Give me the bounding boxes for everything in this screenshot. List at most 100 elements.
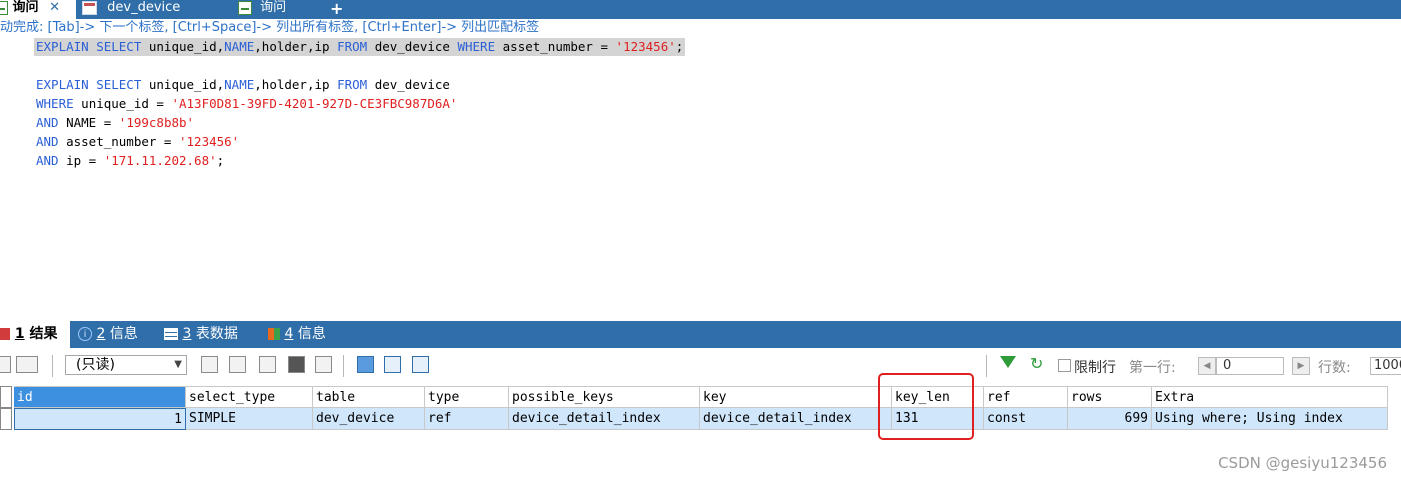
sql-text: ; bbox=[675, 39, 684, 54]
rows-count-input[interactable]: 1000 bbox=[1370, 357, 1401, 375]
column-header-type[interactable]: type bbox=[425, 386, 509, 408]
table-icon bbox=[82, 0, 97, 15]
sql-keyword: FROM bbox=[337, 77, 368, 92]
first-row-input[interactable]: 0 bbox=[1216, 357, 1284, 375]
text-view-icon[interactable] bbox=[412, 356, 429, 373]
cell-type[interactable]: ref bbox=[425, 408, 509, 430]
sql-text: NAME = bbox=[58, 115, 119, 130]
tab-label: 信息 bbox=[297, 326, 326, 342]
column-header-table[interactable]: table bbox=[313, 386, 425, 408]
add-tab-button[interactable]: + bbox=[330, 0, 343, 18]
sql-string: '123456' bbox=[615, 39, 676, 54]
save-icon[interactable] bbox=[259, 356, 276, 373]
watermark: CSDN @gesiyu123456 bbox=[1218, 454, 1387, 472]
first-row-label: 第一行: bbox=[1129, 360, 1176, 376]
sql-keyword: FROM bbox=[337, 39, 368, 54]
sql-line-1: EXPLAIN SELECT unique_id,NAME,holder,ip … bbox=[34, 38, 686, 56]
sql-editor[interactable]: EXPLAIN SELECT unique_id,NAME,holder,ip … bbox=[0, 38, 1401, 318]
sql-text: unique_id, bbox=[141, 77, 225, 92]
cell-select-type[interactable]: SIMPLE bbox=[186, 408, 313, 430]
toolbar-separator bbox=[52, 355, 53, 377]
sql-keyword: WHERE bbox=[457, 39, 496, 54]
chevron-down-icon: ▼ bbox=[174, 359, 182, 370]
tab-label: dev_device bbox=[107, 0, 181, 15]
sql-string: 'A13F0D81-39FD-4201-927D-CE3FBC987D6A' bbox=[171, 96, 458, 111]
sql-keyword: NAME bbox=[224, 77, 255, 92]
sql-string: '199c8b8b' bbox=[118, 115, 195, 130]
sql-line-3: EXPLAIN SELECT unique_id,NAME,holder,ip … bbox=[36, 76, 450, 94]
toolbar-separator bbox=[343, 355, 344, 377]
select-all-checkbox[interactable] bbox=[0, 386, 12, 408]
table-grid-icon bbox=[164, 328, 178, 340]
grid-view-icon[interactable] bbox=[357, 356, 374, 373]
previous-page-button[interactable]: ◀ bbox=[1198, 357, 1216, 375]
column-header-ref[interactable]: ref bbox=[984, 386, 1068, 408]
duplicate-row-icon[interactable] bbox=[229, 356, 246, 373]
row-select-checkbox[interactable] bbox=[0, 408, 12, 430]
filter-icon[interactable] bbox=[1000, 356, 1016, 368]
column-header-key[interactable]: key bbox=[700, 386, 892, 408]
tab-table-data[interactable]: 3 表数据 bbox=[164, 321, 254, 348]
sql-text: unique_id = bbox=[73, 96, 172, 111]
sql-text: ,holder,ip bbox=[254, 39, 338, 54]
info-icon: i bbox=[78, 327, 92, 341]
result-icon bbox=[0, 328, 10, 340]
result-toolbar: (只读) ▼ ↻ 限制行 第一行: ◀ 0 ▶ 行数: 1000 bbox=[0, 350, 1401, 382]
tab-label: 询问 bbox=[12, 0, 39, 15]
column-header-extra[interactable]: Extra bbox=[1152, 386, 1388, 408]
next-page-button[interactable]: ▶ bbox=[1292, 357, 1310, 375]
tab-number: 4 bbox=[284, 326, 294, 342]
sql-keyword: NAME bbox=[224, 39, 255, 54]
column-header-select-type[interactable]: select_type bbox=[186, 386, 313, 408]
query-icon bbox=[0, 0, 8, 15]
column-header-possible-keys[interactable]: possible_keys bbox=[509, 386, 700, 408]
autocomplete-hint: 动完成: [Tab]-> 下一个标签, [Ctrl+Space]-> 列出所有标… bbox=[0, 20, 540, 35]
format-dropdown-icon[interactable] bbox=[16, 356, 38, 373]
editor-tab-bar: 询问 ✕ dev_device 询问 + bbox=[0, 0, 1401, 19]
cell-key[interactable]: device_detail_index bbox=[700, 408, 892, 430]
sql-text: asset_number = bbox=[58, 134, 179, 149]
readonly-mode-select[interactable]: (只读) ▼ bbox=[65, 355, 187, 375]
key-len-highlight-box bbox=[878, 373, 974, 440]
sql-text: ; bbox=[216, 153, 225, 168]
export-icon[interactable] bbox=[0, 356, 11, 373]
column-header-id[interactable]: id bbox=[14, 386, 186, 408]
tab-info[interactable]: i 2 信息 bbox=[78, 321, 150, 348]
form-view-icon[interactable] bbox=[384, 356, 401, 373]
column-header-rows[interactable]: rows bbox=[1068, 386, 1152, 408]
tab-info-2[interactable]: 4 信息 bbox=[268, 321, 340, 348]
cell-id[interactable]: 1 bbox=[14, 408, 186, 430]
delete-icon[interactable] bbox=[288, 356, 305, 373]
sql-keyword: EXPLAIN SELECT bbox=[36, 39, 142, 54]
query-icon bbox=[238, 0, 252, 15]
mode-select-value: (只读) bbox=[76, 357, 115, 373]
sql-string: '123456' bbox=[179, 134, 240, 149]
add-row-icon[interactable] bbox=[201, 356, 218, 373]
sql-text: dev_device bbox=[367, 39, 458, 54]
sql-keyword: AND bbox=[36, 134, 59, 149]
cell-rows[interactable]: 699 bbox=[1068, 408, 1152, 430]
sql-keyword: AND bbox=[36, 115, 59, 130]
sql-text: asset_number = bbox=[495, 39, 616, 54]
tab-query-2[interactable]: 询问 bbox=[238, 0, 318, 19]
limit-rows-label: 限制行 bbox=[1074, 360, 1116, 376]
limit-rows-checkbox[interactable] bbox=[1058, 359, 1071, 372]
tab-label: 信息 bbox=[109, 326, 138, 342]
sql-string: '171.11.202.68' bbox=[103, 153, 217, 168]
cancel-icon[interactable] bbox=[315, 356, 332, 373]
tab-dev-device[interactable]: dev_device bbox=[82, 0, 232, 19]
cell-extra[interactable]: Using where; Using index bbox=[1152, 408, 1388, 430]
cell-possible-keys[interactable]: device_detail_index bbox=[509, 408, 700, 430]
tab-label: 表数据 bbox=[195, 326, 238, 342]
sql-line-7: AND ip = '171.11.202.68'; bbox=[36, 152, 224, 170]
info-bar-icon bbox=[268, 328, 280, 340]
cell-ref[interactable]: const bbox=[984, 408, 1068, 430]
sql-line-5: AND NAME = '199c8b8b' bbox=[36, 114, 194, 132]
tab-result[interactable]: 1 结果 bbox=[0, 321, 70, 348]
cell-table[interactable]: dev_device bbox=[313, 408, 425, 430]
refresh-icon[interactable]: ↻ bbox=[1030, 356, 1043, 372]
close-icon[interactable]: ✕ bbox=[49, 0, 60, 15]
sql-line-6: AND asset_number = '123456' bbox=[36, 133, 239, 151]
tab-query-active[interactable]: 询问 ✕ bbox=[0, 0, 76, 19]
sql-line-4: WHERE unique_id = 'A13F0D81-39FD-4201-92… bbox=[36, 95, 457, 113]
